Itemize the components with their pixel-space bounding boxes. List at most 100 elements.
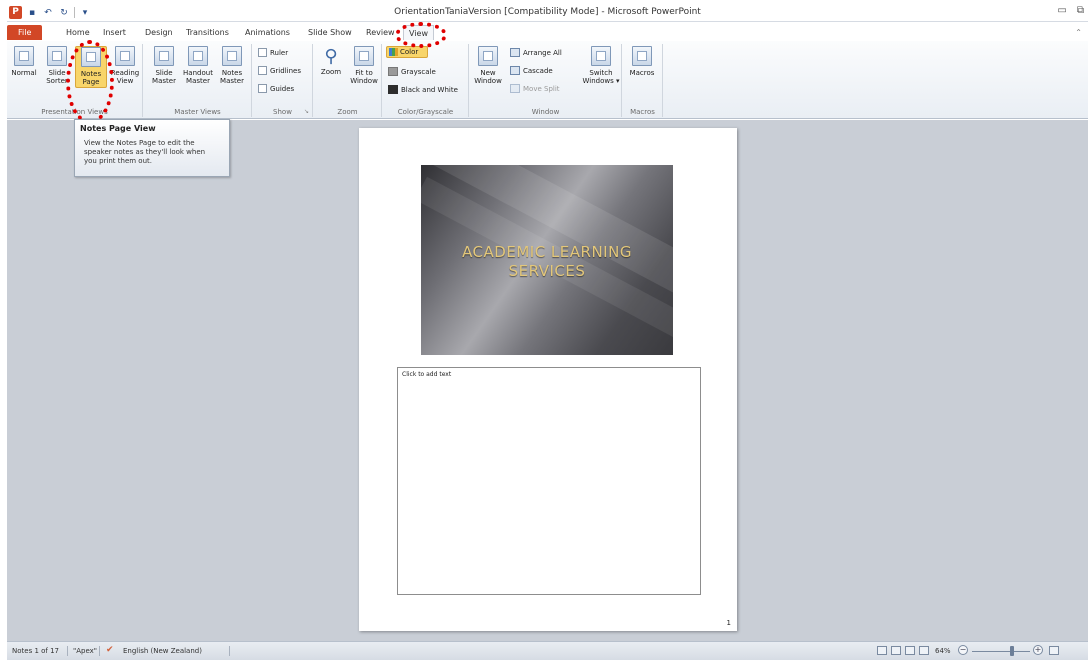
status-separator [99,646,100,656]
fit-label-1: Fit to [355,69,373,77]
magnifier-icon: ⚲ [324,46,338,67]
group-label-color: Color/Grayscale [397,108,454,116]
ruler-checkbox[interactable]: Ruler [258,48,288,57]
normal-label: Normal [11,69,37,77]
black-white-label: Black and White [401,85,458,94]
window-controls: ▭ ⧉ [1057,5,1084,16]
theme-name[interactable]: "Apex" [73,647,97,655]
group-color-grayscale: Color Grayscale Black and White Color/Gr… [383,44,469,117]
switch-windows-button[interactable]: Switch Windows ▾ [582,46,620,85]
group-presentation-views: Normal Slide Sorter Notes Page Reading V… [7,44,143,117]
slide-position: Notes 1 of 17 [12,647,60,655]
slide-title: ACADEMIC LEARNING SERVICES [421,243,673,281]
macros-button[interactable]: Macros [626,46,658,77]
reading-view-icon[interactable] [905,646,915,655]
slide-master-icon [154,46,174,66]
language[interactable]: English (New Zealand) [123,647,202,655]
zoom-slider-track[interactable] [972,651,1030,652]
fit-to-window-icon [354,46,374,66]
notes-page: ACADEMIC LEARNING SERVICES Click to add … [359,128,737,631]
black-and-white-button[interactable]: Black and White [388,85,458,94]
minimize-icon[interactable]: ▭ [1057,5,1066,16]
ribbon-tabs: File Home Insert Design Transitions Anim… [7,22,1088,41]
minimize-ribbon-icon[interactable]: ⌃ [1075,28,1082,37]
color-swatch-icon [389,48,398,56]
slide-sorter-icon[interactable] [891,646,901,655]
reading-view-label-2: View [116,77,134,85]
tab-view[interactable]: View [403,25,434,40]
arrange-all-button[interactable]: Arrange All [510,48,562,57]
color-label: Color [400,48,419,56]
handout-master-button[interactable]: Handout Master [182,46,214,85]
slide-show-icon[interactable] [919,646,929,655]
color-button[interactable]: Color [386,46,428,58]
reading-view-icon [115,46,135,66]
grayscale-button[interactable]: Grayscale [388,67,436,76]
grayscale-label: Grayscale [401,67,436,76]
switch-label-1: Switch [589,69,613,77]
notes-page-tooltip: Notes Page View View the Notes Page to e… [74,119,230,177]
notes-placeholder[interactable]: Click to add text [397,367,701,595]
group-label-zoom: Zoom [337,108,358,116]
tab-slide-show[interactable]: Slide Show [303,25,357,40]
notes-master-button[interactable]: Notes Master [216,46,248,85]
guides-checkbox[interactable]: Guides [258,84,294,93]
tab-animations[interactable]: Animations [240,25,295,40]
restore-icon[interactable]: ⧉ [1077,5,1084,16]
title-bar: P ▪ ↶ ↻ ▾ OrientationTaniaVersion [Compa… [7,4,1088,22]
notes-master-label-1: Notes [221,69,243,77]
status-separator [229,646,230,656]
new-window-icon [478,46,498,66]
cascade-button[interactable]: Cascade [510,66,553,75]
fit-to-window-button[interactable]: Fit to Window [348,46,380,85]
dialog-launcher-icon[interactable]: ↘ [304,108,309,115]
zoom-level[interactable]: 64% [935,647,951,655]
new-window-button[interactable]: New Window [472,46,504,85]
handout-master-icon [188,46,208,66]
slide-title-line-1: ACADEMIC LEARNING [462,243,632,261]
tooltip-title: Notes Page View [80,124,156,133]
notes-master-icon [222,46,242,66]
tab-design[interactable]: Design [140,25,178,40]
tab-insert[interactable]: Insert [98,25,131,40]
gridlines-checkbox[interactable]: Gridlines [258,66,301,75]
guides-label: Guides [270,84,295,93]
zoom-slider-thumb[interactable] [1010,646,1014,656]
zoom-out-icon[interactable]: − [958,645,968,655]
zoom-in-icon[interactable]: + [1033,645,1043,655]
reading-view-label-1: Reading [110,69,140,77]
status-bar: Notes 1 of 17 "Apex" ✔ English (New Zeal… [7,641,1088,660]
tab-transitions[interactable]: Transitions [181,25,234,40]
status-separator [67,646,68,656]
notes-page-workspace[interactable]: ACADEMIC LEARNING SERVICES Click to add … [7,120,1088,641]
proofing-icon[interactable]: ✔ [106,645,114,655]
slide-sorter-button[interactable]: Slide Sorter [41,46,73,85]
tooltip-line-3: you print them out. [84,157,152,165]
tab-home[interactable]: Home [61,25,95,40]
zoom-button[interactable]: ⚲ Zoom [315,46,347,76]
group-label-macros: Macros [630,108,655,116]
move-split-button[interactable]: Move Split [510,84,560,93]
slide-master-button[interactable]: Slide Master [148,46,180,85]
window-title: OrientationTaniaVersion [Compatibility M… [394,7,701,17]
notes-page-label-2: Page [82,78,100,86]
tab-review[interactable]: Review [361,25,400,40]
notes-page-icon [81,47,101,67]
group-label-presentation-views: Presentation Views [41,108,108,116]
group-label-master-views: Master Views [174,108,221,116]
grayscale-icon [388,67,398,76]
fit-slide-icon[interactable] [1049,646,1059,655]
slide-thumbnail[interactable]: ACADEMIC LEARNING SERVICES [421,165,673,355]
notes-page-button[interactable]: Notes Page [75,46,107,88]
switch-windows-icon [591,46,611,66]
ribbon: Normal Slide Sorter Notes Page Reading V… [7,41,1088,119]
gridlines-check-icon [258,66,267,75]
reading-view-button[interactable]: Reading View [109,46,141,85]
normal-button[interactable]: Normal [8,46,40,77]
normal-view-icon[interactable] [877,646,887,655]
tab-file[interactable]: File [7,25,43,40]
new-window-label-1: New [480,69,496,77]
group-show: Ruler Gridlines Guides Show ↘ [253,44,313,117]
slide-sorter-label-2: Sorter [46,77,68,85]
black-and-white-icon [388,85,398,94]
